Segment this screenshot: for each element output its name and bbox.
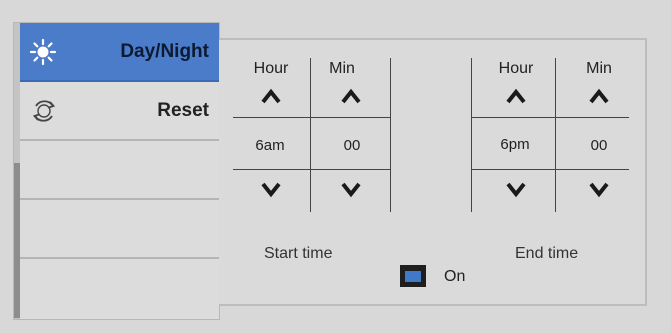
grid-divider (233, 117, 391, 118)
chevron-down-icon (506, 182, 526, 198)
grid-divider (471, 169, 629, 170)
grid-divider (471, 117, 629, 118)
grid-divider (390, 58, 391, 212)
grid-divider (555, 58, 556, 212)
chevron-down-icon (589, 182, 609, 198)
start-hour-value: 6am (255, 137, 285, 154)
chevron-down-icon (341, 182, 361, 198)
start-hour-down-button[interactable] (256, 178, 286, 202)
sidebar: Day/Night Reset (13, 22, 220, 320)
day-night-panel (219, 38, 647, 306)
sidebar-item-label: Day/Night (120, 40, 209, 62)
sidebar-item-day-night[interactable]: Day/Night (20, 23, 219, 82)
end-min-down-button[interactable] (584, 178, 614, 202)
chevron-down-icon (261, 182, 281, 198)
sidebar-item-reset[interactable]: Reset (20, 82, 219, 141)
chevron-up-icon (589, 88, 609, 104)
start-min-header: Min (329, 60, 355, 77)
start-min-down-button[interactable] (336, 178, 366, 202)
start-time-caption: Start time (264, 245, 333, 262)
chevron-up-icon (261, 88, 281, 104)
end-hour-value: 6pm (500, 136, 530, 153)
sun-moon-icon (30, 37, 80, 67)
toggle-fill (405, 270, 421, 282)
sidebar-item-empty[interactable] (20, 141, 219, 200)
sidebar-item-label: Reset (157, 99, 209, 121)
on-toggle-checkbox[interactable] (400, 265, 426, 287)
sidebar-item-empty[interactable] (20, 259, 219, 318)
reset-icon (30, 97, 58, 125)
end-min-value: 00 (590, 137, 608, 154)
end-time-caption: End time (515, 245, 579, 262)
start-hour-up-button[interactable] (256, 84, 286, 108)
chevron-up-icon (341, 88, 361, 104)
end-min-up-button[interactable] (584, 84, 614, 108)
grid-divider (471, 58, 472, 212)
start-hour-header: Hour (253, 60, 289, 77)
chevron-up-icon (506, 88, 526, 104)
end-hour-down-button[interactable] (501, 178, 531, 202)
grid-divider (233, 169, 391, 170)
start-min-value: 00 (343, 137, 361, 154)
on-toggle-label: On (444, 268, 466, 285)
end-hour-up-button[interactable] (501, 84, 531, 108)
grid-divider (310, 58, 311, 212)
sidebar-item-empty[interactable] (20, 200, 219, 259)
end-min-header: Min (586, 60, 612, 77)
end-hour-header: Hour (498, 60, 534, 77)
start-min-up-button[interactable] (336, 84, 366, 108)
